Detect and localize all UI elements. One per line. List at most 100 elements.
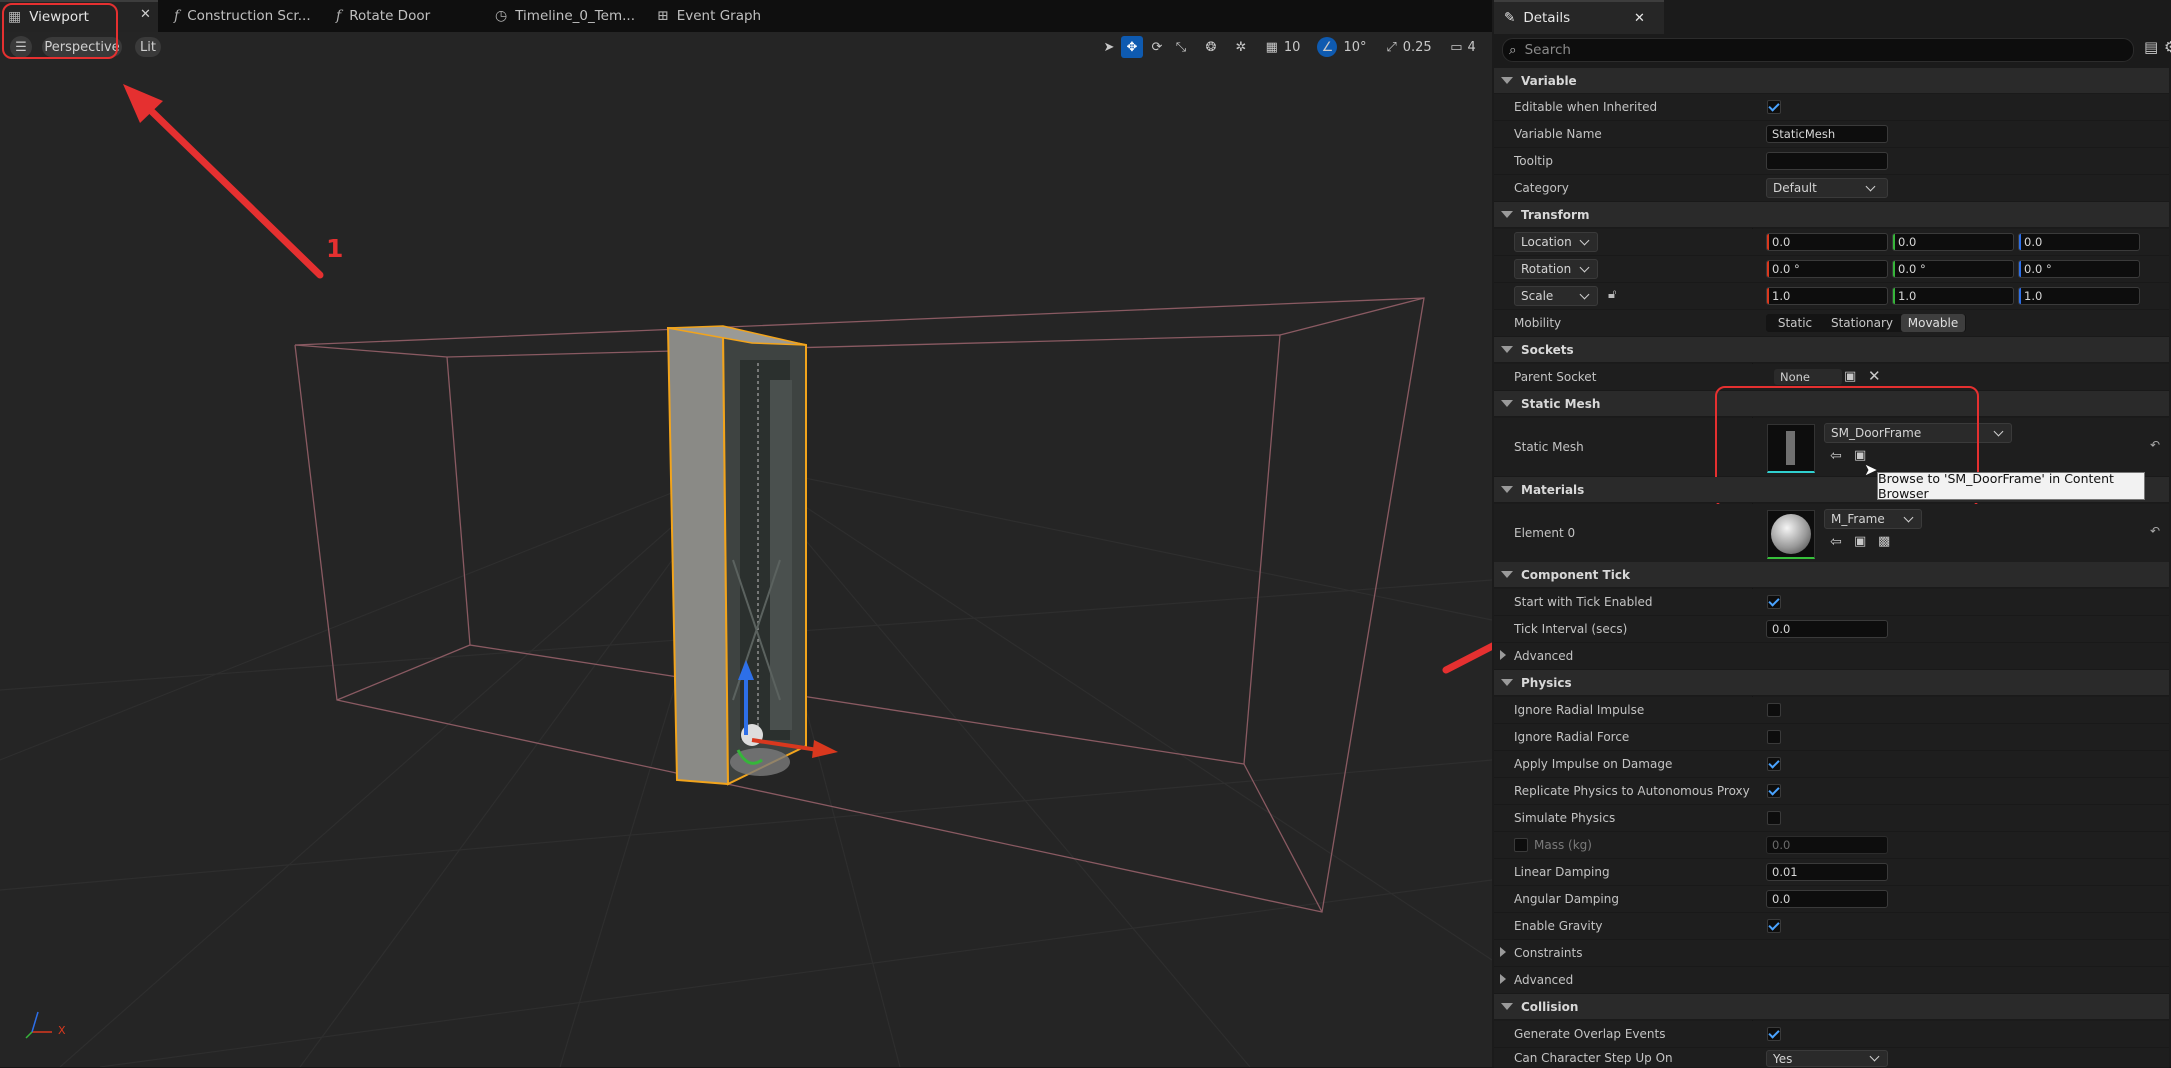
- mass-override-checkbox[interactable]: [1514, 838, 1528, 852]
- scale-dropdown[interactable]: Scale: [1514, 286, 1598, 306]
- tooltip-field[interactable]: [1766, 152, 1888, 170]
- rotation-snap-button[interactable]: ∠ 10°: [1316, 36, 1368, 58]
- mobility-stationary-option[interactable]: Stationary: [1827, 314, 1897, 332]
- row-constraints[interactable]: Constraints: [1494, 940, 2169, 967]
- folder-search-icon[interactable]: ▣: [1844, 369, 1856, 384]
- camera-speed-button[interactable]: ▭ 4: [1444, 36, 1482, 58]
- location-x-field[interactable]: 0.0: [1766, 233, 1888, 251]
- rotation-z-value: 0.0 °: [2024, 262, 2052, 276]
- ignore-force-checkbox[interactable]: [1767, 730, 1781, 744]
- rotate-mode-button[interactable]: ⟳: [1146, 36, 1168, 58]
- overlap-checkbox[interactable]: [1767, 1027, 1781, 1041]
- editable-label: Editable when Inherited: [1514, 100, 1658, 114]
- row-category: Category Default: [1494, 175, 2169, 202]
- mobility-label: Mobility: [1514, 316, 1562, 330]
- search-input[interactable]: ⌕ Search: [1502, 38, 2134, 62]
- mobility-static-option[interactable]: Static: [1768, 314, 1822, 332]
- close-icon[interactable]: ✕: [1634, 11, 1645, 26]
- element-0-label: Element 0: [1514, 526, 1576, 540]
- search-icon: ⌕: [1509, 42, 1517, 58]
- material-thumbnail[interactable]: [1767, 510, 1815, 559]
- location-z-field[interactable]: 0.0: [2018, 233, 2140, 251]
- lit-button[interactable]: Lit: [135, 37, 161, 57]
- variable-name-field[interactable]: StaticMesh: [1766, 125, 1888, 143]
- editable-checkbox[interactable]: [1767, 100, 1781, 114]
- scale-snap-value: 0.25: [1402, 39, 1432, 55]
- tab-rotate-door-label: Rotate Door: [349, 8, 431, 24]
- rotation-z-field[interactable]: 0.0 °: [2018, 260, 2140, 278]
- scale-mode-button[interactable]: ⤡: [1170, 36, 1192, 58]
- coord-system-button[interactable]: ❂: [1200, 36, 1222, 58]
- section-component-tick-label: Component Tick: [1521, 567, 1630, 582]
- grid-snap-value: 10: [1283, 39, 1301, 55]
- scale-z-field[interactable]: 1.0: [2018, 287, 2140, 305]
- row-tick-advanced[interactable]: Advanced: [1494, 643, 2169, 670]
- scale-icon: ⤡: [1175, 39, 1187, 55]
- section-variable[interactable]: Variable: [1494, 68, 2169, 94]
- apply-impulse-checkbox[interactable]: [1767, 757, 1781, 771]
- rotation-x-field[interactable]: 0.0 °: [1766, 260, 1888, 278]
- start-tick-checkbox[interactable]: [1767, 595, 1781, 609]
- section-sockets[interactable]: Sockets: [1494, 337, 2169, 363]
- rotation-dropdown[interactable]: Rotation: [1514, 259, 1598, 279]
- mobility-movable-option[interactable]: Movable: [1901, 314, 1965, 332]
- clear-icon[interactable]: ✕: [1868, 367, 1881, 385]
- tab-rotate-door[interactable]: f Rotate Door: [336, 0, 430, 32]
- step-up-value: Yes: [1773, 1051, 1793, 1066]
- simulate-checkbox[interactable]: [1767, 811, 1781, 825]
- row-mass: Mass (kg) 0.0: [1494, 832, 2169, 859]
- annotation-number-1: 1: [326, 234, 344, 263]
- scale-y-field[interactable]: 1.0: [1892, 287, 2014, 305]
- angular-damping-field[interactable]: 0.0: [1766, 890, 1888, 908]
- tick-interval-field[interactable]: 0.0: [1766, 620, 1888, 638]
- row-variable-name: Variable Name StaticMesh: [1494, 121, 2169, 148]
- step-up-dropdown[interactable]: Yes: [1766, 1050, 1888, 1067]
- section-collision[interactable]: Collision: [1494, 994, 2169, 1020]
- parent-socket-value[interactable]: None: [1774, 369, 1842, 385]
- collapse-arrow-icon: [1501, 1003, 1513, 1010]
- tab-construction-script[interactable]: f Construction Scr...: [174, 0, 311, 32]
- category-dropdown[interactable]: Default: [1766, 178, 1888, 198]
- tab-timeline[interactable]: ◷ Timeline_0_Tem...: [495, 0, 635, 32]
- axis-indicator: [25, 1011, 52, 1039]
- reset-to-default-icon[interactable]: ↶: [2150, 438, 2160, 452]
- annotation-highlight-viewport-tab: [2, 3, 118, 59]
- material-sphere-image: [1771, 514, 1811, 554]
- gravity-checkbox[interactable]: [1767, 919, 1781, 933]
- tab-details[interactable]: ✎ Details ✕: [1494, 0, 1664, 34]
- table-view-icon[interactable]: ▤: [2144, 38, 2158, 56]
- row-physics-advanced[interactable]: Advanced: [1494, 967, 2169, 994]
- linear-damping-label: Linear Damping: [1514, 865, 1610, 879]
- location-y-field[interactable]: 0.0: [1892, 233, 2014, 251]
- section-physics[interactable]: Physics: [1494, 670, 2169, 696]
- row-rotation: Rotation 0.0 ° 0.0 ° 0.0 °: [1494, 256, 2169, 283]
- level-viewport[interactable]: X ☰ Perspective Lit ➤ ✥ ⟳ ⤡ ❂ ✲ ▦ 10 ∠ 10°…: [0, 32, 1492, 1067]
- physics-advanced-label: Advanced: [1514, 973, 1574, 987]
- section-transform[interactable]: Transform: [1494, 202, 2169, 228]
- replicate-checkbox[interactable]: [1767, 784, 1781, 798]
- linear-damping-field[interactable]: 0.01: [1766, 863, 1888, 881]
- ignore-impulse-checkbox[interactable]: [1767, 703, 1781, 717]
- grid-snap-button[interactable]: ▦ 10: [1258, 36, 1308, 58]
- select-mode-button[interactable]: ➤: [1098, 36, 1120, 58]
- scale-x-field[interactable]: 1.0: [1766, 287, 1888, 305]
- surface-snap-button[interactable]: ✲: [1230, 36, 1252, 58]
- rotate-icon: ⟳: [1151, 39, 1163, 55]
- settings-icon[interactable]: ⚙: [2164, 38, 2171, 56]
- close-icon[interactable]: ✕: [140, 7, 151, 22]
- ignore-force-label: Ignore Radial Force: [1514, 730, 1630, 744]
- browse-content-icon[interactable]: ▣: [1854, 534, 1866, 549]
- location-dropdown[interactable]: Location: [1514, 232, 1598, 252]
- lock-icon[interactable]: 🔓︎: [1608, 287, 1616, 302]
- use-selected-icon[interactable]: ⇦: [1830, 534, 1842, 550]
- collapse-arrow-icon: [1501, 679, 1513, 686]
- scale-snap-button[interactable]: ⤢ 0.25: [1382, 36, 1436, 58]
- material-options-icon[interactable]: ▩: [1878, 534, 1890, 549]
- tab-event-graph[interactable]: ⊞ Event Graph: [657, 0, 761, 32]
- section-component-tick[interactable]: Component Tick: [1494, 562, 2169, 588]
- material-dropdown[interactable]: M_Frame: [1824, 509, 1922, 529]
- reset-to-default-icon[interactable]: ↶: [2150, 524, 2160, 538]
- translate-mode-button[interactable]: ✥: [1121, 36, 1143, 58]
- chevron-down-icon: [1579, 262, 1590, 273]
- rotation-y-field[interactable]: 0.0 °: [1892, 260, 2014, 278]
